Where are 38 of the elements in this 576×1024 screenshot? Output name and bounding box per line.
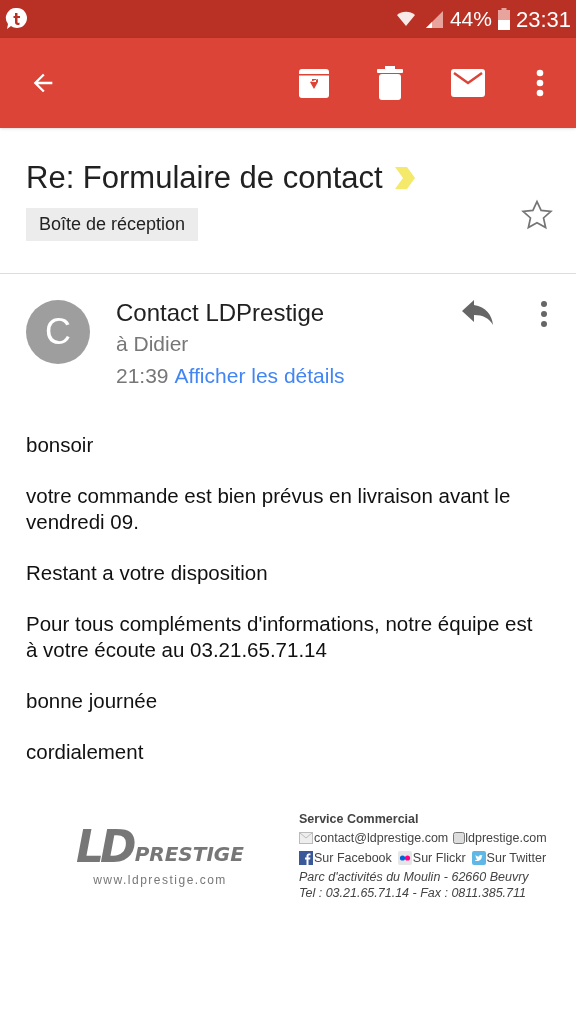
- social-link[interactable]: Sur Flickr: [397, 850, 466, 866]
- bird-icon: [471, 851, 486, 865]
- message-options-button[interactable]: [540, 300, 548, 328]
- company-logo: LDPRESTIGE www.ldprestige.com: [75, 825, 245, 889]
- importance-marker[interactable]: [394, 167, 415, 189]
- website-link[interactable]: ldprestige.com: [465, 830, 547, 846]
- show-details-link[interactable]: Afficher les détails: [174, 360, 345, 392]
- body-paragraph: bonne journée: [26, 688, 159, 714]
- social-link[interactable]: Sur Facebook: [299, 850, 392, 866]
- facebook-icon: [299, 851, 313, 865]
- dots-icon: [397, 851, 412, 865]
- message-time: 21:39: [116, 363, 169, 389]
- mark-unread-button[interactable]: [451, 69, 485, 97]
- recipient: à Didier: [116, 331, 190, 357]
- address: Parc d'activités du Moulin - 62660 Beuvry: [299, 869, 530, 885]
- label-chip[interactable]: Boîte de réception: [26, 208, 199, 241]
- more-options-button[interactable]: [535, 69, 545, 97]
- body-paragraph: cordialement: [26, 739, 145, 765]
- reply-button[interactable]: [462, 300, 494, 326]
- envelope-icon: [299, 832, 313, 844]
- battery-icon: [497, 8, 510, 30]
- email-subject: Re: Formulaire de contact: [26, 159, 383, 197]
- star-button[interactable]: [520, 198, 554, 232]
- body-paragraph: votre commande est bien prévus en livraison avant le vendredi 09.: [26, 483, 512, 535]
- email-link[interactable]: contact@ldprestige.com: [314, 830, 449, 846]
- avatar: C: [26, 300, 90, 364]
- archive-button[interactable]: [297, 66, 331, 100]
- body-paragraph: bonsoir: [26, 432, 95, 458]
- battery-percent: 44%: [449, 6, 492, 33]
- body-paragraph: Restant a votre disposition: [26, 560, 269, 586]
- body-paragraph: Pour tous compléments d'informations, notre équipe est à votre écoute au 03.21.65.71.14: [26, 611, 534, 663]
- signature-heading: Service Commercial: [299, 811, 420, 827]
- chat-bubble-icon: [5, 7, 29, 31]
- clock: 23:31: [515, 5, 571, 34]
- sender-name: Contact LDPrestige: [116, 298, 326, 328]
- social-link[interactable]: Sur Twitter: [471, 850, 547, 866]
- delete-button[interactable]: [377, 66, 403, 100]
- phone-fax: Tel : 03.21.65.71.14 - Fax : 0811.385.711: [299, 885, 528, 901]
